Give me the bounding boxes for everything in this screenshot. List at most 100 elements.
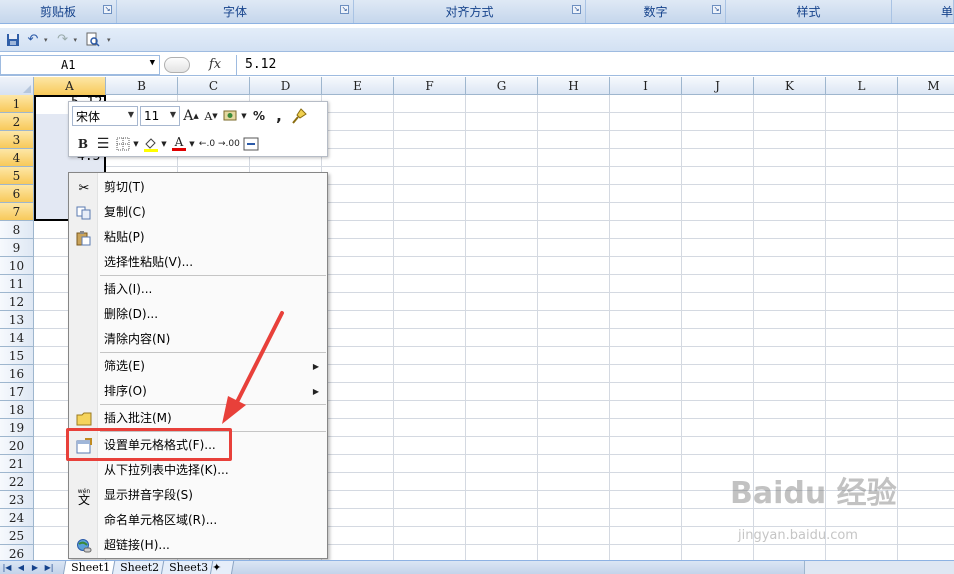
- row-header[interactable]: 8: [0, 221, 34, 239]
- column-header[interactable]: D: [250, 77, 322, 95]
- menu-item-insert[interactable]: 插入(I)...: [69, 277, 327, 302]
- column-header[interactable]: G: [466, 77, 538, 95]
- save-icon[interactable]: [4, 31, 22, 49]
- insert-function-icon[interactable]: fx: [194, 57, 236, 72]
- row-header[interactable]: 25: [0, 527, 34, 545]
- redo-dropdown-icon[interactable]: ▾: [74, 36, 78, 44]
- sheet-tab-sheet3[interactable]: Sheet3: [160, 560, 217, 574]
- redo-icon[interactable]: ↷: [54, 31, 72, 49]
- formula-expand-control[interactable]: [160, 55, 194, 75]
- row-header[interactable]: 5: [0, 167, 34, 185]
- row-header[interactable]: 24: [0, 509, 34, 527]
- undo-dropdown-icon[interactable]: ▾: [44, 36, 48, 44]
- border-icon[interactable]: [114, 134, 132, 154]
- next-sheet-icon[interactable]: ▶: [28, 561, 42, 574]
- last-sheet-icon[interactable]: ▶|: [42, 561, 56, 574]
- menu-item-pick-from-list[interactable]: 从下拉列表中选择(K)...: [69, 458, 327, 483]
- row-header[interactable]: 26: [0, 545, 34, 561]
- menu-item-show-phonetic[interactable]: wén 文 显示拼音字段(S): [69, 483, 327, 508]
- menu-item-label: 超链接(H)...: [104, 538, 170, 552]
- row-header[interactable]: 20: [0, 437, 34, 455]
- menu-item-paste[interactable]: 粘贴(P): [69, 225, 327, 250]
- column-header[interactable]: M: [898, 77, 954, 95]
- fill-color-icon[interactable]: [142, 134, 160, 154]
- decrease-decimal-button[interactable]: → .00: [218, 134, 240, 154]
- row-header[interactable]: 17: [0, 383, 34, 401]
- row-header[interactable]: 7: [0, 203, 34, 221]
- print-preview-icon[interactable]: [83, 31, 101, 49]
- menu-item-delete[interactable]: 删除(D)...: [69, 302, 327, 327]
- menu-item-clear-contents[interactable]: 清除内容(N): [69, 327, 327, 352]
- sheet-tab-sheet1[interactable]: Sheet1: [62, 560, 119, 574]
- bold-button[interactable]: B: [74, 134, 92, 154]
- comma-style-button[interactable]: ,: [270, 106, 288, 126]
- sheet-tab-sheet2[interactable]: Sheet2: [111, 560, 168, 574]
- name-box-dropdown-icon[interactable]: ▼: [150, 58, 155, 68]
- menu-item-hyperlink[interactable]: 超链接(H)...: [69, 533, 327, 558]
- row-header[interactable]: 13: [0, 311, 34, 329]
- column-header[interactable]: E: [322, 77, 394, 95]
- menu-item-paste-special[interactable]: 选择性粘贴(V)...: [69, 250, 327, 275]
- row-header[interactable]: 6: [0, 185, 34, 203]
- menu-item-cut[interactable]: ✂ 剪切(T): [69, 175, 327, 200]
- chevron-down-icon[interactable]: ▼: [132, 134, 140, 154]
- row-header[interactable]: 14: [0, 329, 34, 347]
- format-painter-icon[interactable]: [290, 106, 308, 126]
- chevron-down-icon[interactable]: ▼: [240, 106, 248, 126]
- menu-item-filter[interactable]: 筛选(E) ▶: [69, 354, 327, 379]
- name-box[interactable]: A1 ▼: [0, 54, 160, 75]
- row-header[interactable]: 2: [0, 113, 34, 131]
- merge-center-icon[interactable]: [242, 134, 260, 154]
- row-header[interactable]: 22: [0, 473, 34, 491]
- row-header[interactable]: 23: [0, 491, 34, 509]
- column-header[interactable]: L: [826, 77, 898, 95]
- row-header[interactable]: 16: [0, 365, 34, 383]
- font-color-button[interactable]: A: [170, 134, 188, 154]
- grow-font-button[interactable]: A ▲: [182, 106, 200, 126]
- row-header[interactable]: 3: [0, 131, 34, 149]
- column-header[interactable]: J: [682, 77, 754, 95]
- formula-input[interactable]: 5.12: [236, 54, 954, 75]
- row-header[interactable]: 21: [0, 455, 34, 473]
- dialog-launcher-icon[interactable]: ↘: [572, 5, 581, 14]
- menu-item-define-name[interactable]: 命名单元格区域(R)...: [69, 508, 327, 533]
- row-header[interactable]: 10: [0, 257, 34, 275]
- column-header[interactable]: I: [610, 77, 682, 95]
- font-size-select[interactable]: 11 ▼: [140, 106, 180, 126]
- ribbon-group-cells: 单: [892, 0, 954, 23]
- chevron-down-icon[interactable]: ▼: [160, 134, 168, 154]
- increase-decimal-button[interactable]: ← .0: [198, 134, 216, 154]
- menu-item-copy[interactable]: 复制(C): [69, 200, 327, 225]
- column-header[interactable]: B: [106, 77, 178, 95]
- dialog-launcher-icon[interactable]: ↘: [103, 5, 112, 14]
- row-header[interactable]: 4: [0, 149, 34, 167]
- menu-item-sort[interactable]: 排序(O) ▶: [69, 379, 327, 404]
- accounting-format-icon[interactable]: [222, 106, 240, 126]
- dialog-launcher-icon[interactable]: ↘: [340, 5, 349, 14]
- row-header[interactable]: 11: [0, 275, 34, 293]
- row-header[interactable]: 18: [0, 401, 34, 419]
- row-header[interactable]: 9: [0, 239, 34, 257]
- shrink-font-button[interactable]: A ▼: [202, 106, 220, 126]
- center-align-icon[interactable]: ☰: [94, 134, 112, 154]
- font-name-select[interactable]: 宋体 ▼: [72, 106, 138, 126]
- column-header[interactable]: A: [34, 77, 106, 95]
- customize-toolbar-icon[interactable]: ▾: [107, 36, 111, 44]
- row-header[interactable]: 12: [0, 293, 34, 311]
- select-all-button[interactable]: [0, 77, 34, 95]
- row-header[interactable]: 15: [0, 347, 34, 365]
- column-header[interactable]: H: [538, 77, 610, 95]
- chevron-down-icon[interactable]: ▼: [188, 134, 196, 154]
- undo-icon[interactable]: ↶: [24, 31, 42, 49]
- column-header[interactable]: F: [394, 77, 466, 95]
- prev-sheet-icon[interactable]: ◀: [14, 561, 28, 574]
- insert-sheet-icon[interactable]: ✦: [209, 560, 235, 574]
- dialog-launcher-icon[interactable]: ↘: [712, 5, 721, 14]
- row-header[interactable]: 1: [0, 95, 34, 113]
- first-sheet-icon[interactable]: |◀: [0, 561, 14, 574]
- row-header[interactable]: 19: [0, 419, 34, 437]
- column-header[interactable]: C: [178, 77, 250, 95]
- horizontal-scrollbar[interactable]: [804, 561, 954, 574]
- column-header[interactable]: K: [754, 77, 826, 95]
- percent-style-button[interactable]: %: [250, 106, 268, 126]
